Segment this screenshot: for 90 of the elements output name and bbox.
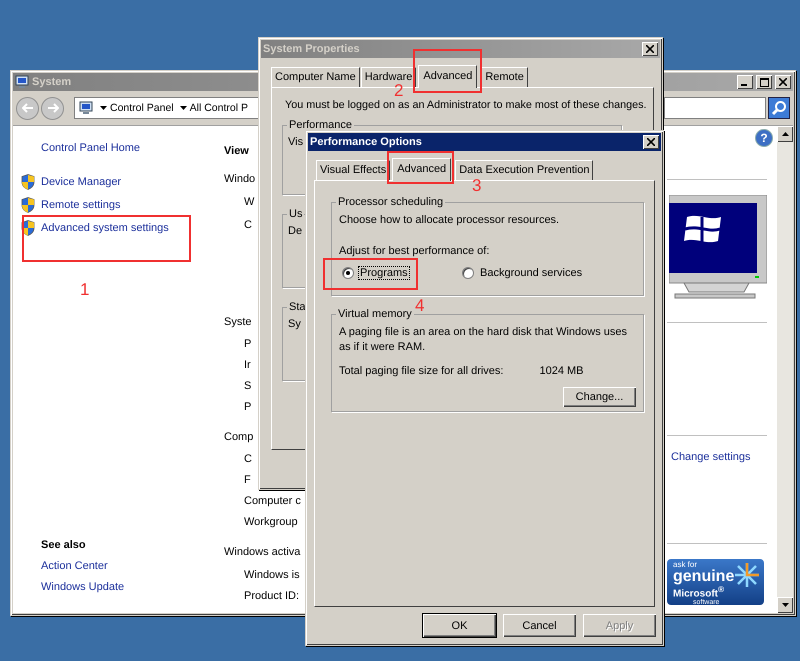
notice-text: You must be logged on as an Administrator to make most of these changes. <box>285 99 647 111</box>
info-text: Windo <box>224 172 256 187</box>
tab[interactable]: Remote <box>481 67 528 87</box>
window-title: System Properties <box>263 43 360 55</box>
info-text: F <box>244 473 251 488</box>
computer-icon <box>15 75 29 89</box>
sidebar-link[interactable]: Control Panel Home <box>21 138 140 158</box>
info-text: Windows is <box>244 568 300 583</box>
group-text: De <box>288 225 302 237</box>
breadcrumb[interactable]: All Control P <box>190 102 248 114</box>
description-text: A paging file is an area on the hard disk that Windows uses as if it were RAM. <box>339 325 628 355</box>
info-text: Syste <box>224 315 252 330</box>
scroll-up-icon[interactable] <box>782 132 788 136</box>
tab[interactable]: Visual Effects <box>316 160 390 180</box>
shield-icon <box>21 197 35 213</box>
sidebar-link[interactable]: Advanced system settings <box>21 218 169 238</box>
tab[interactable]: Advanced <box>418 65 478 88</box>
badge-text: ask for <box>673 561 698 569</box>
info-text: Ir <box>244 358 251 373</box>
tab[interactable]: Data Execution Prevention <box>455 160 594 180</box>
close-button[interactable] <box>643 135 659 149</box>
star-icon <box>734 562 760 588</box>
breadcrumb[interactable]: Control Panel <box>110 102 174 114</box>
info-text: C <box>244 218 252 233</box>
caret-icon[interactable] <box>100 106 107 110</box>
info-text: Computer c <box>244 494 301 509</box>
prompt-text: Adjust for best performance of: <box>339 244 490 259</box>
scroll-down-icon[interactable] <box>782 603 788 607</box>
group-text: Sy <box>288 318 301 330</box>
radio-option[interactable]: Programs <box>342 266 462 280</box>
change-settings-link[interactable]: Change settings <box>671 451 750 463</box>
step-number: 3 <box>472 177 482 194</box>
highlight-box <box>387 151 454 184</box>
search-icon <box>771 100 787 116</box>
minimize-button[interactable] <box>737 75 753 89</box>
forward-button[interactable] <box>41 96 64 120</box>
sidebar-link[interactable]: Remote settings <box>21 195 120 215</box>
maximize-icon <box>760 78 768 86</box>
info-text: Product ID: <box>244 589 300 604</box>
maximize-button[interactable] <box>756 75 772 89</box>
info-text: S <box>244 379 252 394</box>
window-title: System <box>32 76 72 88</box>
section-heading: See also <box>41 538 86 553</box>
back-arrow-icon <box>22 103 34 113</box>
forward-arrow-icon <box>46 103 58 113</box>
tab[interactable]: Advanced <box>392 158 452 181</box>
close-icon <box>647 138 655 146</box>
dialog-button[interactable]: Cancel <box>503 614 576 637</box>
step-number: 1 <box>80 281 90 298</box>
sidebar-link[interactable]: Action Center <box>41 556 108 576</box>
radio-button[interactable] <box>342 267 354 279</box>
close-icon <box>779 78 787 86</box>
badge-text: genuine <box>673 569 734 585</box>
computer-icon <box>78 101 94 115</box>
group-label: Processor scheduling <box>336 195 446 209</box>
group-text: Vis <box>288 136 304 148</box>
info-text: Comp <box>224 430 254 445</box>
close-icon <box>646 45 654 53</box>
help-icon[interactable]: ? <box>755 129 773 147</box>
window-title: Performance Options <box>310 136 422 148</box>
info-text: P <box>244 337 252 352</box>
change-button[interactable]: Change... <box>563 387 636 407</box>
info-text: Workgroup <box>244 515 298 530</box>
close-button[interactable] <box>775 75 791 89</box>
caret-icon[interactable] <box>180 106 187 110</box>
dialog-button[interactable]: OK <box>423 614 496 637</box>
radio-button[interactable] <box>462 267 474 279</box>
info-text: P <box>244 400 252 415</box>
search-button[interactable] <box>768 97 790 119</box>
close-button[interactable] <box>642 42 658 56</box>
search-field[interactable] <box>664 97 766 119</box>
sidebar-link[interactable]: Windows Update <box>41 577 124 597</box>
back-button[interactable] <box>16 96 39 120</box>
group-label: Virtual memory <box>336 307 414 321</box>
description-text: Choose how to allocate processor resources. <box>339 213 560 228</box>
info-text: C <box>244 452 252 467</box>
radio-label[interactable]: Programs <box>358 266 410 280</box>
info-text: View <box>224 144 249 159</box>
tab[interactable]: Computer Name <box>271 67 360 87</box>
info-text: W <box>244 195 254 210</box>
info-text: Windows activa <box>224 545 300 560</box>
field-value: 1024 MB <box>539 364 584 379</box>
shield-icon <box>21 220 35 236</box>
badge-text: Microsoft$^{®}$ <box>673 585 724 600</box>
highlight-box <box>413 49 482 93</box>
field-label: Total paging file size for all drives: <box>339 364 504 379</box>
scrollbar[interactable] <box>777 126 793 613</box>
shield-icon <box>21 174 35 190</box>
step-number: 4 <box>415 297 424 314</box>
sidebar-link[interactable]: Device Manager <box>21 172 122 192</box>
